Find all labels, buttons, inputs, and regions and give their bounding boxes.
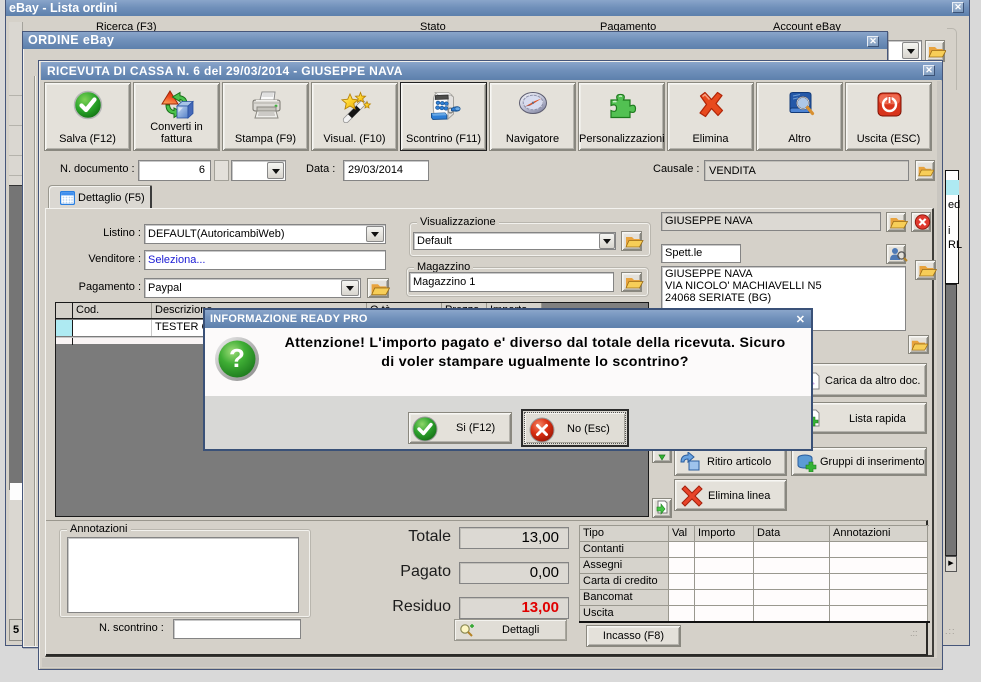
svg-text:?: ? xyxy=(229,343,245,373)
